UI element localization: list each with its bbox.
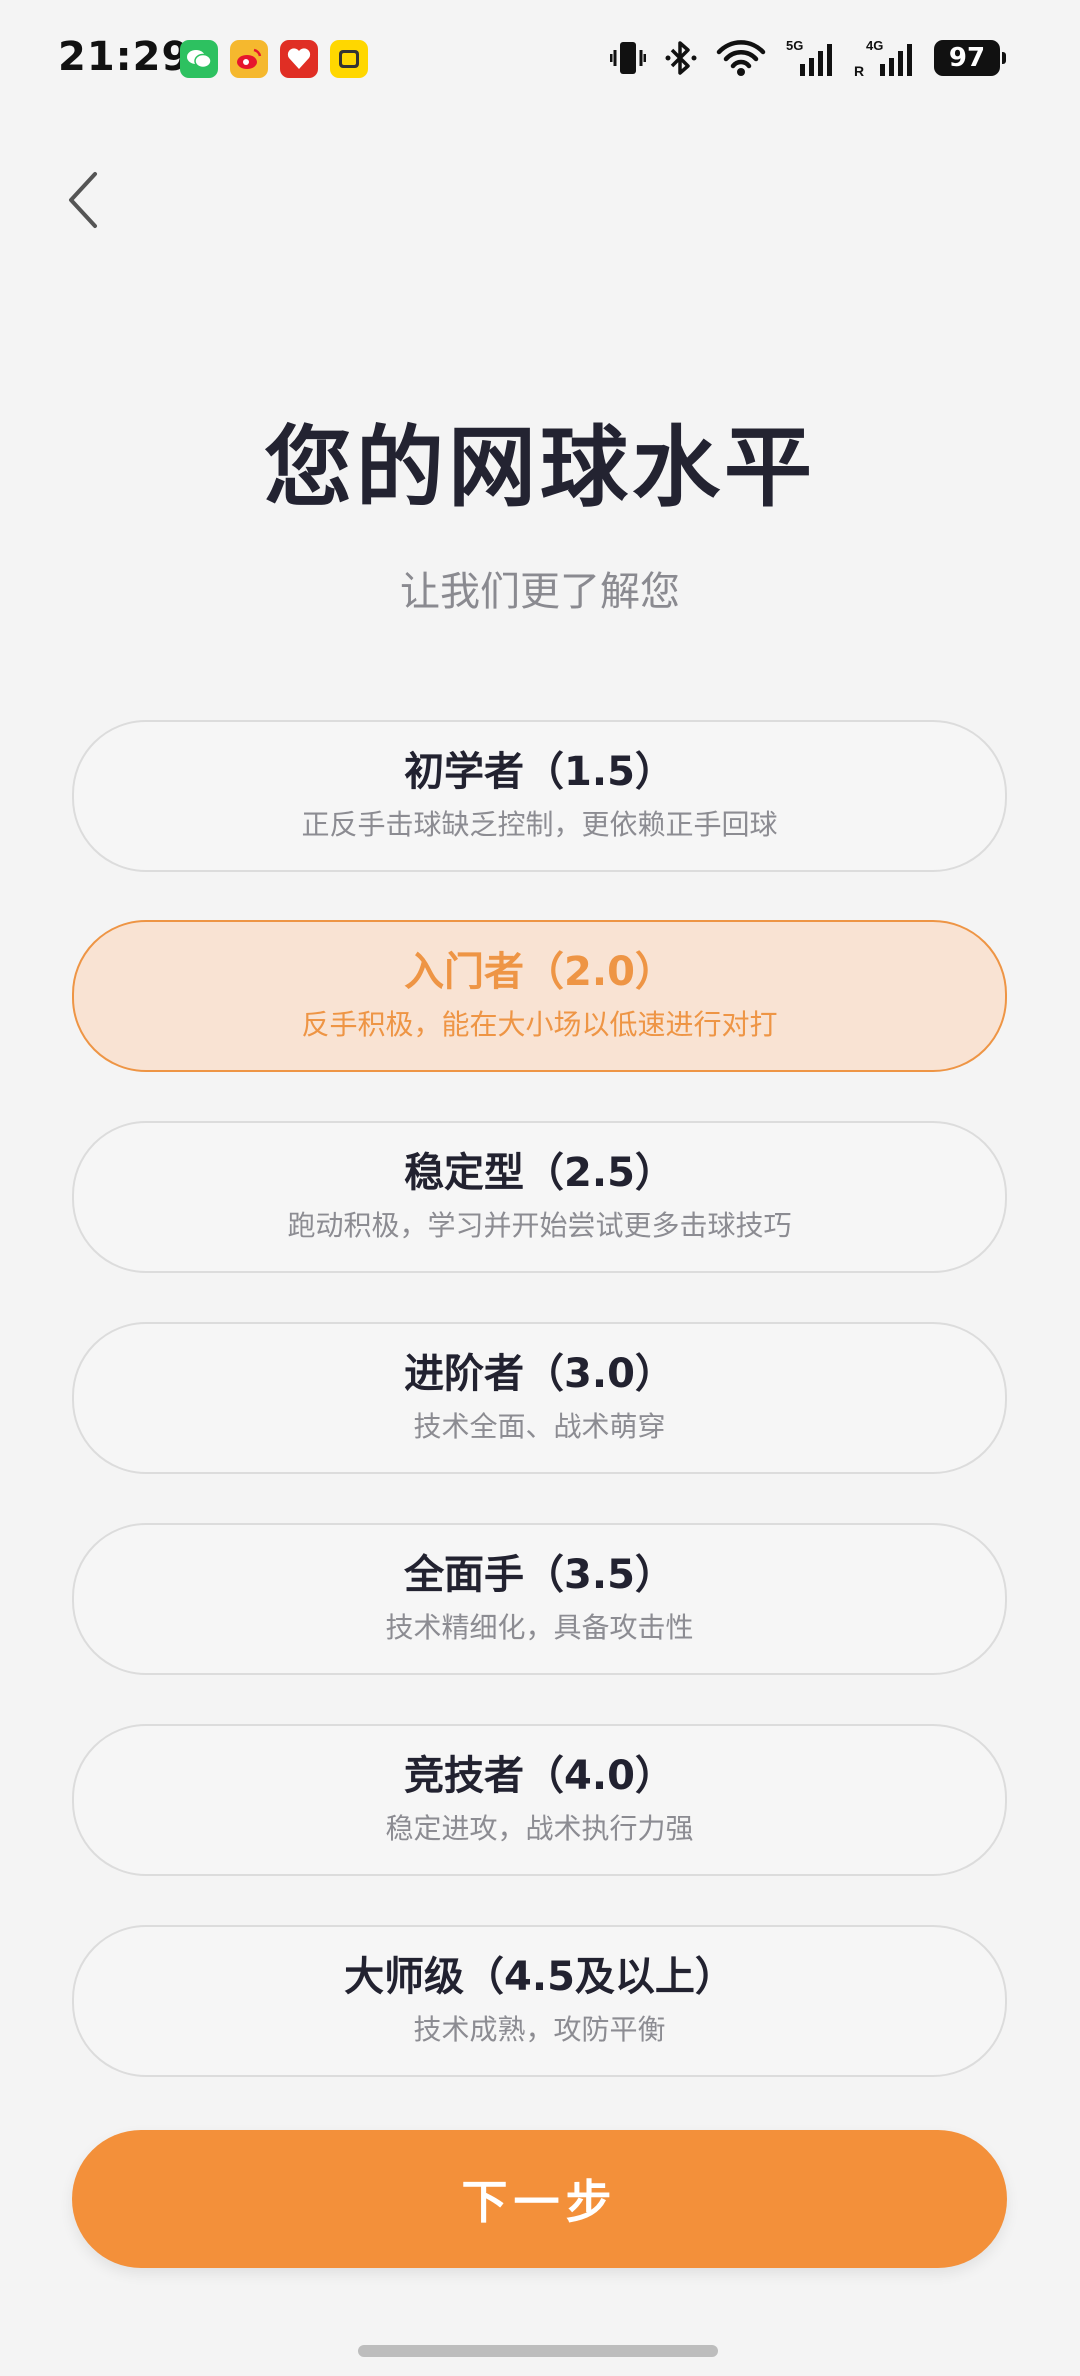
level-description: 技术精细化，具备攻击性 (385, 1611, 694, 1644)
level-option-beginner[interactable]: 初学者（1.5） 正反手击球缺乏控制，更依赖正手回球 (72, 720, 1007, 872)
network-5g-label: 5G (786, 38, 803, 53)
level-title: 全面手（3.5） (404, 1552, 675, 1598)
wifi-icon (716, 40, 766, 76)
level-option-all-round[interactable]: 全面手（3.5） 技术精细化，具备攻击性 (72, 1523, 1007, 1675)
battery-level: 97 (948, 43, 986, 73)
vibrate-icon (610, 42, 646, 74)
level-description: 反手积极，能在大小场以低速进行对打 (301, 1008, 778, 1041)
home-indicator[interactable] (358, 2345, 718, 2357)
system-status-icons: 5G 4G R 97 (610, 38, 1006, 78)
level-option-master[interactable]: 大师级（4.5及以上） 技术成熟，攻防平衡 (72, 1925, 1007, 2077)
battery-indicator: 97 (934, 40, 1006, 76)
page-title: 您的网球水平 (263, 416, 816, 519)
back-button[interactable] (52, 164, 112, 236)
level-description: 技术成熟，攻防平衡 (413, 2013, 666, 2046)
pinduoduo-icon (280, 40, 318, 78)
level-title: 初学者（1.5） (404, 749, 675, 795)
level-description: 正反手击球缺乏控制，更依赖正手回球 (301, 808, 778, 841)
level-option-competitor[interactable]: 竞技者（4.0） 稳定进攻，战术执行力强 (72, 1724, 1007, 1876)
level-description: 稳定进攻，战术执行力强 (385, 1812, 694, 1845)
weibo-icon (230, 40, 268, 78)
next-step-button[interactable]: 下一步 (72, 2130, 1007, 2268)
level-description: 跑动积极，学习并开始尝试更多击球技巧 (287, 1209, 792, 1242)
xianyu-icon (330, 40, 368, 78)
signal-4g-icon: 4G R (854, 38, 912, 78)
page-subtitle: 让我们更了解您 (400, 569, 680, 615)
notification-icons (180, 40, 368, 78)
level-title: 大师级（4.5及以上） (344, 1954, 735, 2000)
roaming-label: R (854, 63, 864, 78)
level-title: 入门者（2.0） (404, 949, 675, 995)
signal-5g-icon: 5G (786, 38, 832, 76)
status-time: 21:29 (58, 34, 191, 80)
level-option-advanced[interactable]: 进阶者（3.0） 技术全面、战术萌穿 (72, 1322, 1007, 1474)
status-bar: 21:29 5G 4G R 97 (0, 0, 1080, 120)
level-description: 技术全面、战术萌穿 (413, 1410, 666, 1443)
wechat-icon (180, 40, 218, 78)
level-option-novice[interactable]: 入门者（2.0） 反手积极，能在大小场以低速进行对打 (72, 920, 1007, 1072)
bluetooth-icon (665, 41, 697, 75)
chevron-left-icon (69, 172, 97, 228)
level-option-stable[interactable]: 稳定型（2.5） 跑动积极，学习并开始尝试更多击球技巧 (72, 1121, 1007, 1273)
level-title: 进阶者（3.0） (404, 1351, 675, 1397)
level-title: 稳定型（2.5） (404, 1150, 675, 1196)
level-title: 竞技者（4.0） (404, 1753, 675, 1799)
network-4g-label: 4G (866, 38, 883, 53)
